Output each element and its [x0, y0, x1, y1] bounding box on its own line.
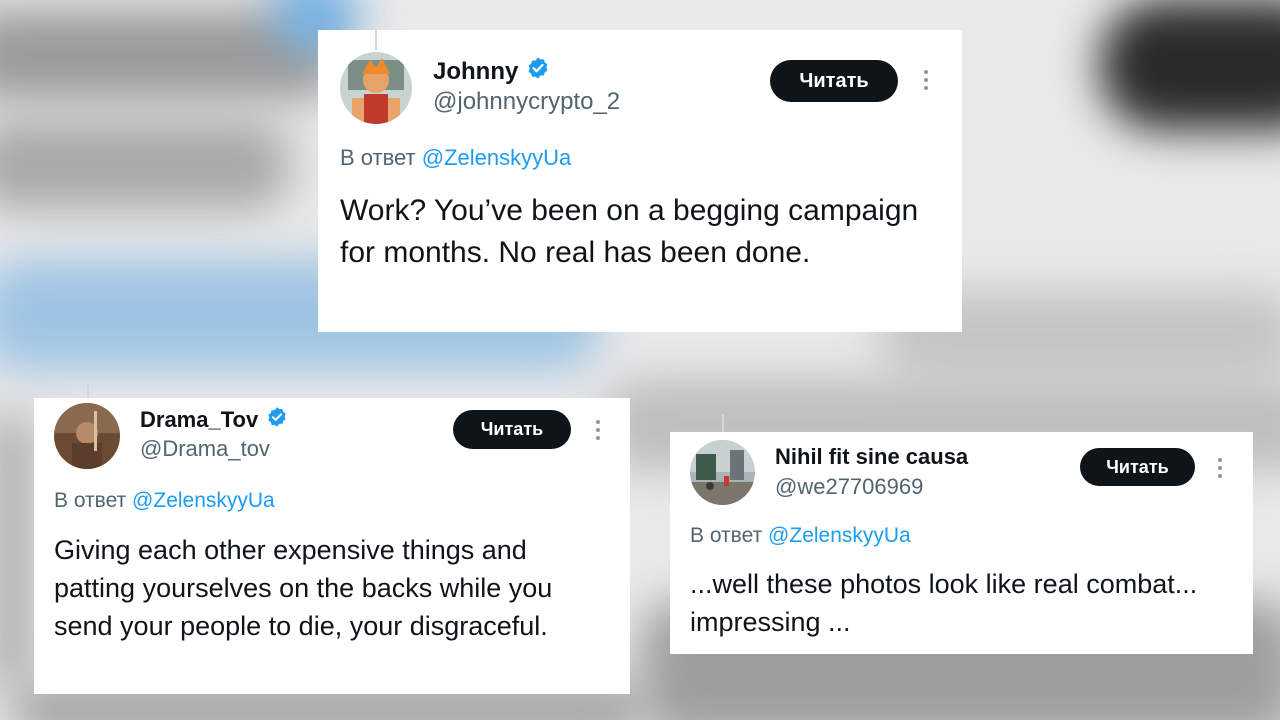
more-options-icon[interactable]: [924, 70, 928, 90]
reply-mention-link[interactable]: @ZelenskyyUa: [132, 489, 275, 512]
follow-button[interactable]: Читать: [453, 410, 571, 449]
reply-context: В ответ @ZelenskyyUa: [54, 489, 275, 513]
display-name-text: Drama_Tov: [140, 407, 259, 432]
user-handle[interactable]: @Drama_tov: [140, 436, 270, 462]
display-name[interactable]: Johnny: [433, 56, 550, 87]
reply-prefix: В ответ: [54, 489, 127, 512]
post-text: Work? You’ve been on a begging campaign …: [340, 194, 919, 269]
display-name-text: Johnny: [433, 57, 519, 85]
thread-line: [722, 414, 724, 432]
avatar[interactable]: [690, 440, 755, 505]
post-text: Giving each other expensive things and p…: [54, 535, 553, 641]
reply-mention-link[interactable]: @ZelenskyyUa: [422, 145, 572, 170]
reply-prefix: В ответ: [340, 145, 416, 170]
user-handle[interactable]: @johnnycrypto_2: [433, 88, 620, 116]
reply-context: В ответ @ZelenskyyUa: [690, 524, 911, 548]
more-options-icon[interactable]: [596, 420, 600, 440]
display-name[interactable]: Nihil fit sine causa: [775, 444, 968, 470]
thread-line: [87, 382, 89, 398]
reply-mention-link[interactable]: @ZelenskyyUa: [768, 524, 911, 547]
follow-button[interactable]: Читать: [770, 60, 898, 102]
display-name[interactable]: Drama_Tov: [140, 406, 288, 434]
post-card-nihil: Nihil fit sine causa @we27706969 Читать …: [670, 432, 1253, 654]
avatar[interactable]: [54, 403, 120, 469]
display-name-text: Nihil fit sine causa: [775, 444, 969, 469]
thread-line: [375, 30, 377, 50]
user-handle[interactable]: @we27706969: [775, 474, 923, 500]
reply-context: В ответ @ZelenskyyUa: [340, 145, 571, 171]
post-card-johnny: Johnny @johnnycrypto_2 Читать В ответ @Z…: [318, 30, 962, 332]
avatar[interactable]: [340, 52, 412, 124]
reply-prefix: В ответ: [690, 524, 763, 547]
post-text: ...well these photos look like real comb…: [690, 569, 1198, 637]
more-options-icon[interactable]: [1218, 458, 1222, 478]
follow-button[interactable]: Читать: [1080, 448, 1195, 486]
post-card-drama-tov: Drama_Tov @Drama_tov Читать В ответ @Zel…: [34, 398, 630, 694]
verified-badge-icon: [526, 56, 550, 87]
verified-badge-icon: [266, 406, 288, 434]
